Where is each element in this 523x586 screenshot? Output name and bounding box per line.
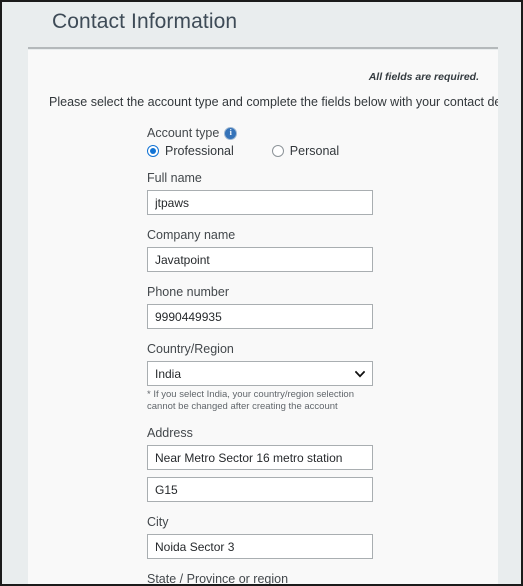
phone-number-field: Phone number [147, 285, 379, 329]
contact-form: Account type Professional Personal Full … [147, 126, 379, 584]
required-fields-note: All fields are required. [368, 71, 479, 83]
address-line2-input[interactable] [147, 477, 373, 502]
info-icon[interactable] [224, 126, 238, 140]
account-type-label-row: Account type [147, 126, 379, 140]
page-title: Contact Information [52, 10, 238, 33]
account-type-label: Account type [147, 126, 220, 140]
country-region-label: Country/Region [147, 342, 234, 356]
full-name-input[interactable] [147, 190, 373, 215]
country-region-hint: * If you select India, your country/regi… [147, 389, 355, 412]
country-region-select[interactable] [147, 361, 373, 386]
city-label: City [147, 515, 169, 529]
state-label: State / Province or region [147, 572, 289, 584]
full-name-field: Full name [147, 171, 379, 215]
city-field: City [147, 515, 379, 559]
country-region-select-wrap [147, 361, 373, 386]
full-name-label: Full name [147, 171, 202, 185]
account-type-field: Account type Professional Personal [147, 126, 379, 158]
radio-professional[interactable] [147, 145, 159, 157]
phone-number-input[interactable] [147, 304, 373, 329]
radio-personal[interactable] [271, 145, 284, 157]
address-line1-input[interactable] [147, 445, 373, 470]
company-name-label: Company name [147, 228, 236, 242]
form-intro-text: Please select the account type and compl… [49, 95, 498, 109]
state-field: State / Province or region [147, 572, 379, 584]
company-name-input[interactable] [147, 247, 373, 272]
company-name-field: Company name [147, 228, 379, 272]
contact-information-page: Contact Information All fields are requi… [0, 0, 523, 586]
address-field: Address [147, 426, 379, 470]
radio-label-personal: Personal [289, 144, 340, 158]
radio-option-professional[interactable]: Professional [147, 144, 234, 158]
address-line2-field [147, 477, 379, 502]
city-input[interactable] [147, 534, 373, 559]
phone-number-label: Phone number [147, 285, 230, 299]
country-region-field: Country/Region * If you select India, yo… [147, 342, 379, 413]
radio-option-personal[interactable]: Personal [271, 144, 340, 158]
account-type-options: Professional Personal [147, 144, 379, 158]
title-divider [28, 47, 498, 49]
contact-form-card: All fields are required. Please select t… [28, 50, 498, 584]
radio-label-professional: Professional [165, 144, 234, 158]
address-label: Address [147, 426, 193, 440]
